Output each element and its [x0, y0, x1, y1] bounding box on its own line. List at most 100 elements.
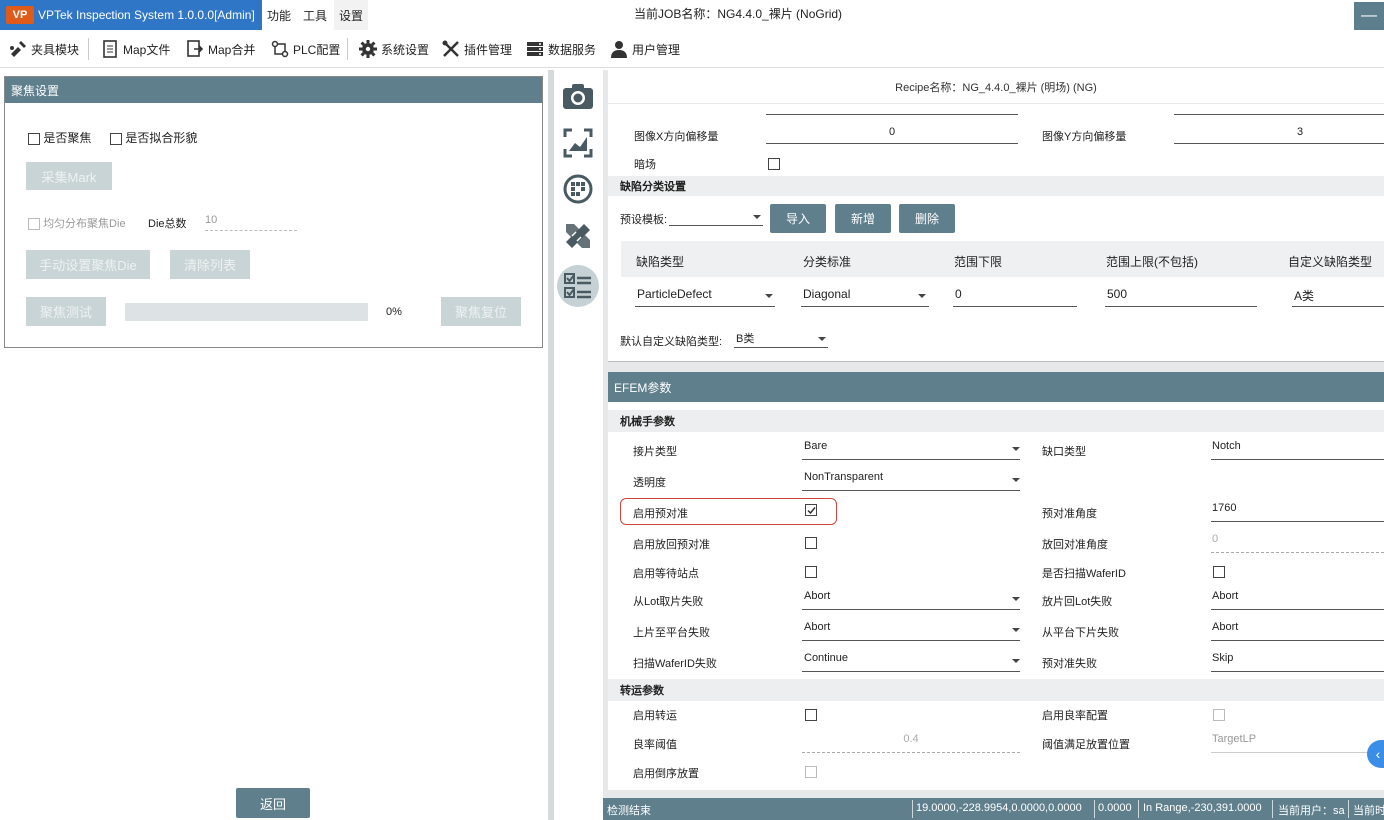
dark-field-checkbox[interactable]: [768, 156, 780, 170]
image-y-offset-input[interactable]: 3: [1174, 126, 1384, 144]
range-max-input[interactable]: 500: [1105, 287, 1257, 307]
stage-unload-fail-label: 从平台下片失败: [1042, 627, 1119, 639]
menu-tools[interactable]: 工具: [298, 0, 332, 30]
defect-classification-header: 缺陷分类设置: [608, 176, 1384, 196]
menu-function[interactable]: 功能: [262, 0, 296, 30]
delete-button[interactable]: 删除: [899, 204, 955, 233]
import-button[interactable]: 导入: [770, 204, 826, 233]
chevron-down-icon: [918, 294, 926, 298]
ruler-pencil-icon[interactable]: [560, 218, 596, 254]
table-row[interactable]: ParticleDefect Diagonal 0 500 A类: [621, 277, 1384, 315]
image-chart-icon[interactable]: [560, 125, 596, 161]
toolbar-plc-config[interactable]: PLC配置: [270, 30, 340, 68]
yield-threshold-input[interactable]: 0.4: [802, 733, 1020, 753]
lot-place-fail-select[interactable]: Abort: [1211, 590, 1384, 610]
data-service-icon: [525, 39, 545, 59]
return-angle-input[interactable]: 0: [1211, 533, 1384, 553]
camera-icon[interactable]: [560, 78, 596, 114]
lot-pick-fail-select[interactable]: Abort: [802, 590, 1020, 610]
focus-test-button[interactable]: 聚焦测试: [26, 297, 106, 326]
add-button[interactable]: 新增: [835, 204, 891, 233]
toolbar-label: PLC配置: [293, 42, 341, 57]
robot-params-header: 机械手参数: [608, 410, 1384, 432]
wait-station-checkbox[interactable]: [805, 564, 817, 578]
image-x-offset-input[interactable]: 0: [766, 126, 1018, 144]
scan-fail-select[interactable]: Continue: [802, 652, 1020, 672]
focus-settings-panel: 聚焦设置 是否聚焦 是否拟合形貌 采集Mark 均匀分布聚焦Die Die总数 …: [4, 76, 543, 348]
reverse-place-label: 启用倒序放置: [633, 768, 699, 780]
gear-icon: [358, 39, 378, 59]
defect-type-select[interactable]: ParticleDefect: [635, 287, 775, 307]
wafer-map-icon[interactable]: [560, 171, 596, 207]
stage-unload-fail-select[interactable]: Abort: [1211, 621, 1384, 641]
fit-shape-checkbox[interactable]: 是否拟合形貌: [110, 129, 197, 146]
template-select[interactable]: [669, 208, 763, 226]
chevron-down-icon: [1012, 597, 1020, 601]
status-message: 检测结束: [607, 805, 651, 817]
prealign-angle-label: 预对准角度: [1042, 508, 1097, 520]
load-type-select[interactable]: Bare: [802, 440, 1020, 460]
prealign-highlight: [620, 498, 837, 525]
prealign-fail-select[interactable]: Skip: [1211, 652, 1384, 672]
divider: [766, 114, 1018, 115]
checkbox-box: [28, 218, 40, 231]
toolbar-label: Map合并: [208, 42, 256, 57]
return-prealign-checkbox[interactable]: [805, 535, 817, 549]
scan-waferid-label: 是否扫描WaferID: [1042, 568, 1126, 580]
enable-yield-checkbox[interactable]: [1213, 707, 1225, 721]
checklist-icon[interactable]: [557, 265, 599, 307]
status-value: 0.0000: [1098, 802, 1132, 814]
status-divider: [912, 800, 913, 818]
image-y-offset-label: 图像Y方向偏移量: [1042, 131, 1127, 143]
focus-reset-button[interactable]: 聚焦复位: [441, 297, 521, 326]
default-defect-select[interactable]: B类: [734, 330, 828, 348]
status-bar: 检测结束 19.0000,-228.9954,0.0000,0.0000 0.0…: [603, 798, 1384, 820]
chevron-down-icon: [1012, 659, 1020, 663]
enable-transfer-label: 启用转运: [633, 710, 677, 722]
panel-splitter[interactable]: [548, 70, 554, 820]
range-min-input[interactable]: 0: [953, 287, 1077, 307]
reverse-place-checkbox[interactable]: [805, 764, 817, 778]
transparency-select[interactable]: NonTransparent: [802, 471, 1020, 491]
fixture-icon: [8, 39, 28, 59]
efem-header: EFEM参数: [608, 372, 1384, 402]
toolbar-map-file[interactable]: Map文件: [100, 30, 170, 68]
classification-select[interactable]: Diagonal: [801, 287, 929, 307]
menu-settings[interactable]: 设置: [334, 0, 368, 30]
title-bar: VP VPTek Inspection System 1.0.0.0[Admin…: [0, 0, 1384, 30]
default-defect-label: 默认自定义缺陷类型:: [620, 336, 723, 348]
manual-die-button[interactable]: 手动设置聚焦Die: [26, 250, 150, 279]
efem-panel: 机械手参数 接片类型 Bare 缺口类型 Notch 透明度 NonTransp…: [608, 402, 1384, 790]
app-logo: VP: [6, 6, 34, 24]
tools-icon: [441, 39, 461, 59]
column-header: 缺陷类型: [636, 255, 685, 269]
toolbar-user-manager[interactable]: 用户管理: [609, 30, 680, 68]
chevron-down-icon: [818, 337, 826, 341]
toolbar-label: 数据服务: [548, 42, 597, 57]
toolbar-map-merge[interactable]: Map合并: [185, 30, 255, 68]
uniform-die-checkbox[interactable]: 均匀分布聚焦Die: [28, 215, 126, 231]
lot-pick-fail-label: 从Lot取片失败: [633, 596, 704, 608]
chevron-down-icon: [1012, 478, 1020, 482]
chevron-down-icon: [753, 215, 761, 219]
threshold-position-select[interactable]: TargetLP: [1211, 733, 1384, 753]
recipe-name: Recipe名称：NG_4.4.0_裸片 (明场) (NG): [608, 70, 1384, 103]
enable-focus-checkbox[interactable]: 是否聚焦: [28, 129, 91, 146]
toolbar-label: Map文件: [123, 42, 171, 57]
toolbar-data-service[interactable]: 数据服务: [525, 30, 596, 68]
minimize-button[interactable]: —: [1354, 2, 1384, 30]
back-button[interactable]: 返回: [236, 788, 310, 818]
status-divider: [1348, 800, 1349, 818]
notch-type-select[interactable]: Notch: [1211, 440, 1384, 460]
custom-defect-input[interactable]: A类: [1292, 287, 1384, 307]
scan-waferid-checkbox[interactable]: [1213, 564, 1225, 578]
toolbar-plugin-manager[interactable]: 插件管理: [441, 30, 512, 68]
enable-transfer-checkbox[interactable]: [805, 707, 817, 721]
toolbar-fixture-module[interactable]: 夹具模块: [8, 30, 79, 68]
stage-load-fail-select[interactable]: Abort: [802, 621, 1020, 641]
collect-mark-button[interactable]: 采集Mark: [26, 162, 112, 190]
toolbar-system-settings[interactable]: 系统设置: [358, 30, 429, 68]
die-total-input[interactable]: 10: [205, 214, 297, 231]
prealign-angle-input[interactable]: 1760: [1211, 502, 1384, 522]
clear-list-button[interactable]: 清除列表: [170, 250, 250, 279]
